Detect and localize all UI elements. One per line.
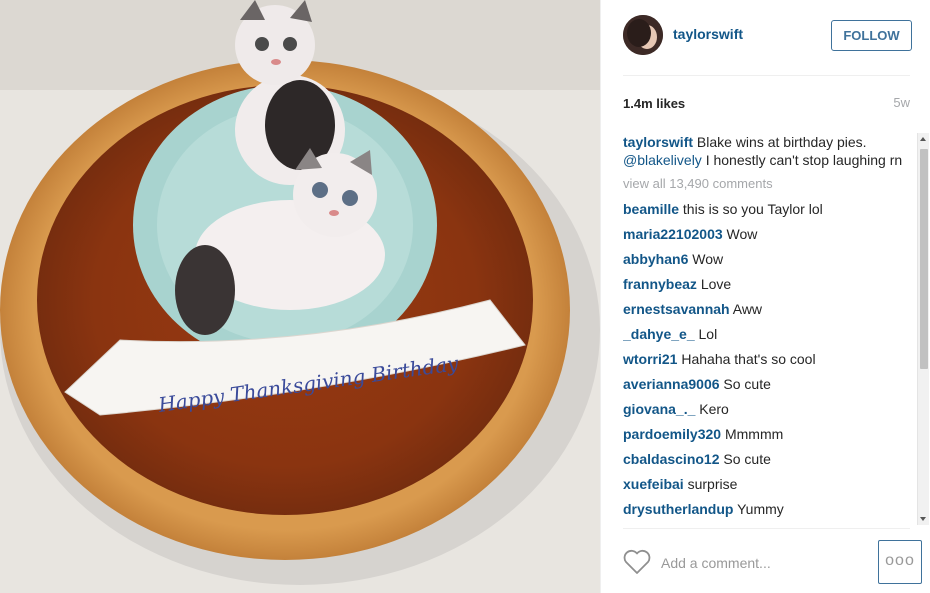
comment-item: giovana_._ Kero <box>623 400 913 425</box>
more-options-button[interactable]: ooo <box>878 540 922 584</box>
comment-item: beamille this is so you Taylor lol <box>623 200 913 225</box>
comment-text: So cute <box>723 451 771 467</box>
caption-text-after: I honestly can't stop laughing rn <box>701 152 903 168</box>
likes-row: 1.4m likes 5w <box>623 95 910 115</box>
caption-mention[interactable]: @blakelively <box>623 152 702 168</box>
post-age[interactable]: 5w <box>893 95 910 110</box>
follow-button[interactable]: FOLLOW <box>831 20 912 51</box>
more-options-icon: ooo <box>885 552 915 569</box>
comment-username[interactable]: cbaldascino12 <box>623 451 720 467</box>
comment-text: Aww <box>732 301 763 317</box>
comment-text: Lol <box>698 326 718 342</box>
comment-text: surprise <box>687 476 738 492</box>
comment-username[interactable]: frannybeaz <box>623 276 697 292</box>
comment-text: Hahaha that's so cool <box>681 351 816 367</box>
comment-item: abbyhan6 Wow <box>623 250 913 275</box>
comment-username[interactable]: maria22102003 <box>623 226 723 242</box>
comment-text: Mmmmm <box>724 426 784 442</box>
comment-username[interactable]: beamille <box>623 201 679 217</box>
comment-username[interactable]: giovana_._ <box>623 401 695 417</box>
comment-item: averianna9006 So cute <box>623 375 913 400</box>
comment-item: wtorri21 Hahaha that's so cool <box>623 350 913 375</box>
comment-item: xuefeibai surprise <box>623 475 913 500</box>
comment-username[interactable]: averianna9006 <box>623 376 720 392</box>
add-comment-input[interactable] <box>661 552 861 574</box>
divider <box>623 528 910 529</box>
comment-text: Kero <box>699 401 729 417</box>
comment-username[interactable]: wtorri21 <box>623 351 677 367</box>
heart-outline-icon[interactable] <box>623 549 651 575</box>
comment-text: Yummy <box>737 501 784 517</box>
comment-text: Wow <box>726 226 758 242</box>
scroll-down-arrow-icon[interactable] <box>920 517 926 521</box>
comment-username[interactable]: _dahye_e_ <box>623 326 695 342</box>
comment-username[interactable]: xuefeibai <box>623 476 684 492</box>
comment-username[interactable]: pardoemily320 <box>623 426 721 442</box>
comment-text: Love <box>700 276 732 292</box>
comment-item: pardoemily320 Mmmmm <box>623 425 913 450</box>
pie-illustration: Happy Thanksgiving Birthday <box>0 0 600 593</box>
post-header: taylorswift FOLLOW <box>601 0 930 75</box>
scroll-thumb[interactable] <box>920 149 928 369</box>
comment-item: frannybeaz Love <box>623 275 913 300</box>
comment-text: So cute <box>723 376 771 392</box>
post-photo[interactable]: Happy Thanksgiving Birthday <box>0 0 600 593</box>
comment-username[interactable]: drysutherlandup <box>623 501 733 517</box>
post-details-panel: taylorswift FOLLOW 1.4m likes 5w taylors… <box>600 0 930 593</box>
post-author-username[interactable]: taylorswift <box>673 26 743 42</box>
caption: taylorswift Blake wins at birthday pies.… <box>623 133 913 169</box>
divider <box>623 75 910 76</box>
caption-username[interactable]: taylorswift <box>623 134 693 150</box>
comment-text: this is so you Taylor lol <box>682 201 823 217</box>
view-all-comments-link[interactable]: view all 13,490 comments <box>623 175 913 193</box>
comment-text: Wow <box>692 251 724 267</box>
comment-item: drysutherlandup Yummy <box>623 500 913 525</box>
likes-count[interactable]: 1.4m likes <box>623 96 685 111</box>
comments-list[interactable]: taylorswift Blake wins at birthday pies.… <box>623 133 913 528</box>
comment-username[interactable]: ernestsavannah <box>623 301 730 317</box>
comment-username[interactable]: abbyhan6 <box>623 251 688 267</box>
scroll-up-arrow-icon[interactable] <box>920 137 926 141</box>
comment-item: cbaldascino12 So cute <box>623 450 913 475</box>
comments-scrollbar[interactable] <box>917 133 929 525</box>
comment-item: _dahye_e_ Lol <box>623 325 913 350</box>
avatar[interactable] <box>623 15 663 55</box>
caption-text-before: Blake wins at birthday pies. <box>693 134 867 150</box>
comment-item: maria22102003 Wow <box>623 225 913 250</box>
comment-item: ernestsavannah Aww <box>623 300 913 325</box>
